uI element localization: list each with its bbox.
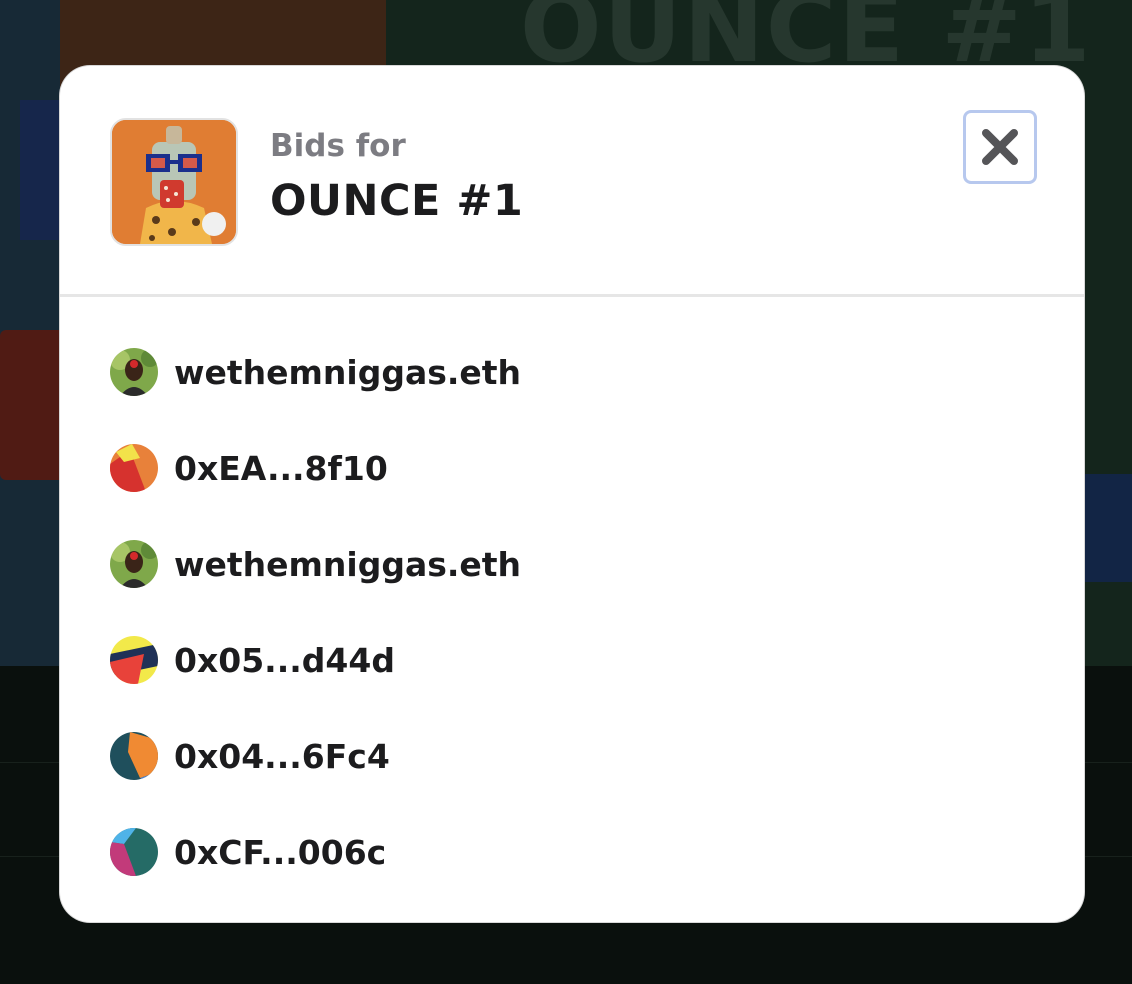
bidder-avatar — [110, 348, 158, 396]
bidder-name: 0xCF...006c — [174, 832, 387, 872]
bid-row[interactable]: 0xCF...006c — [110, 804, 1040, 900]
bidder-avatar — [110, 732, 158, 780]
bidder-name: 0x05...d44d — [174, 640, 395, 680]
bid-row[interactable]: wethemniggas.eth — [110, 324, 1040, 420]
bids-modal: Bids for OUNCE #1 wethemniggas.eth 0xEA.… — [60, 66, 1084, 922]
modal-subtitle: Bids for — [270, 128, 406, 164]
bid-row[interactable]: wethemniggas.eth — [110, 516, 1040, 612]
bid-row[interactable]: 0x05...d44d — [110, 612, 1040, 708]
bid-row[interactable]: 0x04...6Fc4 — [110, 708, 1040, 804]
close-button[interactable] — [963, 110, 1037, 184]
bidder-name: 0x04...6Fc4 — [174, 736, 390, 776]
modal-title: OUNCE #1 — [270, 176, 524, 226]
bid-list: wethemniggas.eth 0xEA...8f10 wethemnigga… — [110, 324, 1040, 900]
bid-row[interactable]: 0xEA...8f10 — [110, 420, 1040, 516]
header-divider — [60, 294, 1084, 297]
close-icon — [982, 129, 1018, 165]
bidder-avatar — [110, 828, 158, 876]
bidder-name: 0xEA...8f10 — [174, 448, 388, 488]
bidder-avatar — [110, 540, 158, 588]
nft-thumbnail — [110, 118, 238, 246]
bidder-avatar — [110, 444, 158, 492]
bidder-avatar — [110, 636, 158, 684]
modal-header: Bids for OUNCE #1 — [60, 66, 1084, 294]
bidder-name: wethemniggas.eth — [174, 544, 522, 584]
bidder-name: wethemniggas.eth — [174, 352, 522, 392]
